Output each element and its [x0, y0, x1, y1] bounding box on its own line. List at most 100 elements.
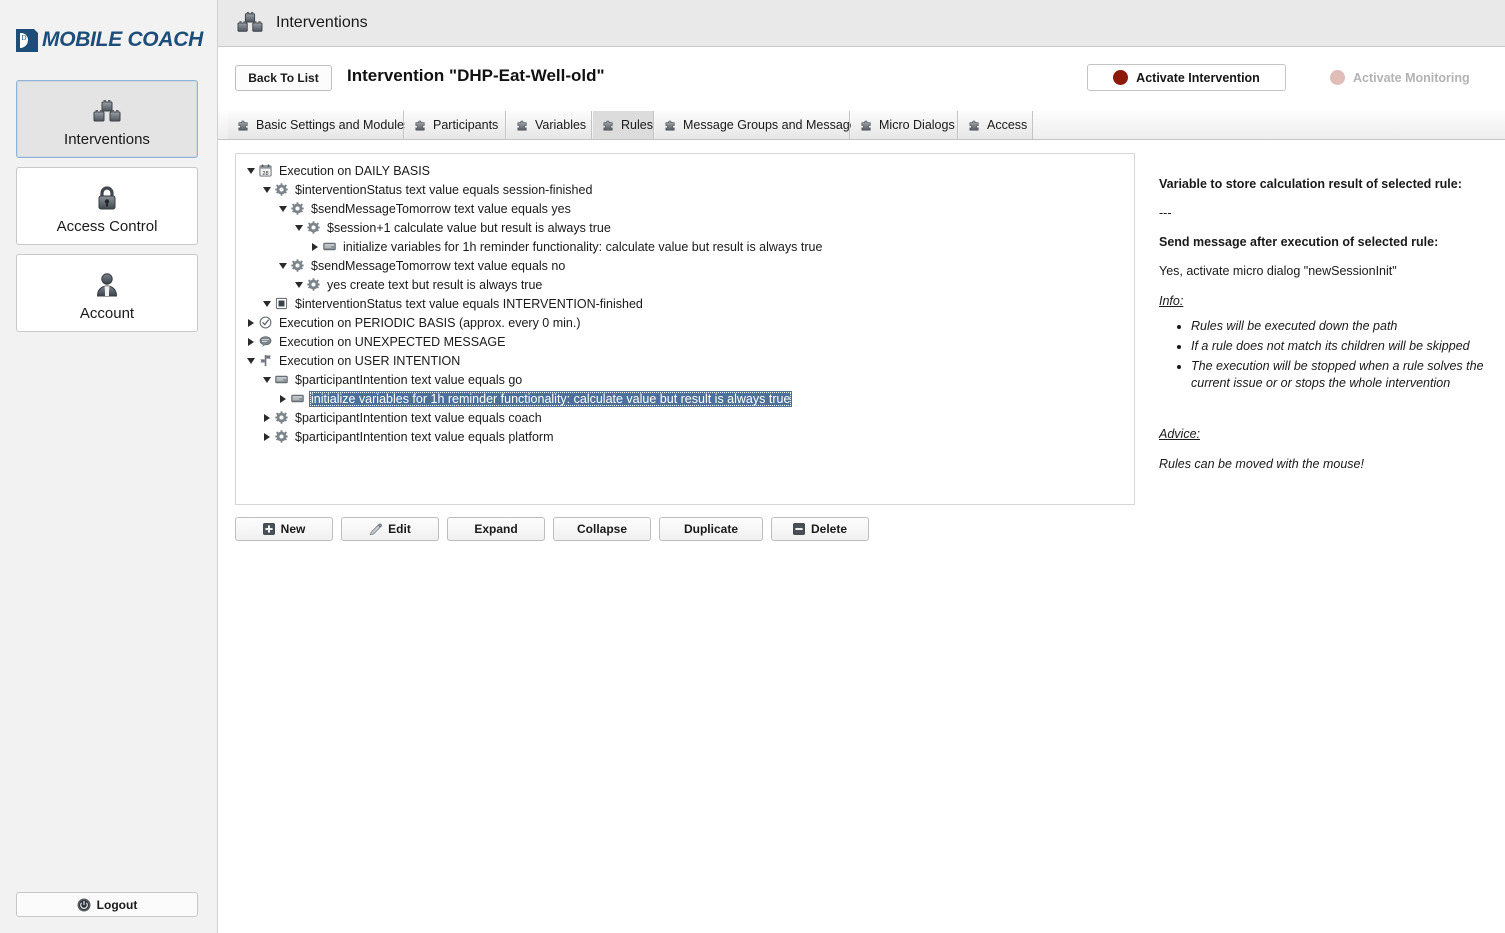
status-dot-monitoring — [1330, 70, 1345, 85]
variable-result-value: --- — [1159, 204, 1489, 222]
puzzle-icon — [414, 119, 427, 132]
pencil-icon — [369, 523, 382, 536]
gear-icon — [289, 259, 305, 272]
chevron-right-icon[interactable] — [244, 338, 257, 346]
new-button[interactable]: New — [235, 517, 333, 541]
puzzle-icon — [602, 119, 615, 132]
info-bullet: Rules will be executed down the path — [1191, 318, 1489, 335]
logout-button[interactable]: Logout — [16, 892, 198, 917]
signpost-icon — [257, 354, 273, 367]
sidebar-item-label: Account — [80, 305, 134, 322]
tree-row-label: initialize variables for 1h reminder fun… — [309, 391, 792, 407]
tab-participants[interactable]: Participants — [405, 111, 506, 139]
tree-row-label: $participantIntention text value equals … — [293, 410, 544, 426]
chevron-right-icon[interactable] — [276, 395, 289, 403]
collapse-button[interactable]: Collapse — [553, 517, 651, 541]
tree-row[interactable]: $participantIntention text value equals … — [236, 427, 1134, 446]
tab-label: Participants — [433, 118, 498, 132]
intervention-title: Intervention "DHP-Eat-Well-old" — [347, 66, 605, 86]
tab-label: Message Groups and Messages — [683, 118, 863, 132]
info-label: Info: — [1159, 292, 1489, 310]
rule-info-panel: Variable to store calculation result of … — [1159, 175, 1489, 486]
action-button-label: Delete — [811, 522, 847, 536]
tree-row[interactable]: Execution on UNEXPECTED MESSAGE — [236, 332, 1134, 351]
tree-row[interactable]: 28Execution on DAILY BASIS — [236, 161, 1134, 180]
tab-access[interactable]: Access — [959, 111, 1033, 139]
tab-label: Access — [987, 118, 1027, 132]
calendar-icon: 28 — [257, 164, 273, 177]
puzzle-icon — [968, 119, 981, 132]
blocks-icon — [92, 91, 122, 125]
tab-micro-dialogs[interactable]: Micro Dialogs — [851, 111, 958, 139]
puzzle-icon — [237, 119, 250, 132]
chevron-right-icon[interactable] — [260, 433, 273, 441]
tree-row[interactable]: $sendMessageTomorrow text value equals y… — [236, 199, 1134, 218]
tab-basic-settings-and-modules[interactable]: Basic Settings and Modules — [228, 111, 404, 139]
tree-row[interactable]: $interventionStatus text value equals se… — [236, 180, 1134, 199]
activate-intervention-button[interactable]: Activate Intervention — [1087, 64, 1286, 91]
page-title: Interventions — [276, 14, 368, 32]
chevron-down-icon[interactable] — [260, 301, 273, 307]
tab-label: Variables — [535, 118, 586, 132]
advice-label: Advice: — [1159, 425, 1489, 443]
tab-message-groups-and-messages[interactable]: Message Groups and Messages — [655, 111, 850, 139]
chevron-down-icon[interactable] — [244, 358, 257, 364]
sidebar: D MOBILE COACH Interventions — [0, 0, 218, 933]
chevron-right-icon[interactable] — [260, 414, 273, 422]
tree-row[interactable]: Execution on USER INTENTION — [236, 351, 1134, 370]
back-to-list-button[interactable]: Back To List — [235, 65, 332, 91]
chevron-down-icon[interactable] — [244, 168, 257, 174]
duplicate-button[interactable]: Duplicate — [659, 517, 763, 541]
app-logo: D MOBILE COACH — [0, 20, 217, 60]
chevron-down-icon[interactable] — [260, 187, 273, 193]
action-button-label: New — [281, 522, 306, 536]
tree-row[interactable]: Execution on PERIODIC BASIS (approx. eve… — [236, 313, 1134, 332]
power-icon — [77, 898, 91, 912]
tree-row[interactable]: initialize variables for 1h reminder fun… — [236, 237, 1134, 256]
speech-bubble-icon — [257, 335, 273, 348]
plus-box-icon — [263, 523, 275, 535]
sidebar-item-interventions[interactable]: Interventions — [16, 80, 198, 158]
action-button-label: Edit — [388, 522, 411, 536]
delete-button[interactable]: Delete — [771, 517, 869, 541]
tab-variables[interactable]: Variables — [507, 111, 592, 139]
chevron-down-icon[interactable] — [260, 377, 273, 383]
tree-row[interactable]: $sendMessageTomorrow text value equals n… — [236, 256, 1134, 275]
tree-row[interactable]: $participantIntention text value equals … — [236, 370, 1134, 389]
tree-row-label: Execution on USER INTENTION — [277, 353, 462, 369]
sidebar-item-access-control[interactable]: Access Control — [16, 167, 198, 245]
sidebar-item-account[interactable]: Account — [16, 254, 198, 332]
chevron-down-icon[interactable] — [276, 263, 289, 269]
puzzle-icon — [860, 119, 873, 132]
chevron-right-icon[interactable] — [244, 319, 257, 327]
tab-label: Rules — [621, 118, 653, 132]
edit-button[interactable]: Edit — [341, 517, 439, 541]
tree-row[interactable]: $session+1 calculate value but result is… — [236, 218, 1134, 237]
tree-row[interactable]: initialize variables for 1h reminder fun… — [236, 389, 1134, 408]
info-bullet: The execution will be stopped when a rul… — [1191, 358, 1489, 393]
tree-row[interactable]: $participantIntention text value equals … — [236, 408, 1134, 427]
minus-box-icon — [793, 523, 805, 535]
info-bullet-list: Rules will be executed down the path If a… — [1179, 318, 1489, 393]
tree-row[interactable]: $interventionStatus text value equals IN… — [236, 294, 1134, 313]
gear-icon — [273, 411, 289, 424]
tree-row-label: $session+1 calculate value but result is… — [325, 220, 613, 236]
tree-row-label: Execution on PERIODIC BASIS (approx. eve… — [277, 315, 583, 331]
chevron-right-icon[interactable] — [308, 243, 321, 251]
tree-row-label: initialize variables for 1h reminder fun… — [341, 239, 824, 255]
info-bullet: If a rule does not match its children wi… — [1191, 338, 1489, 355]
variable-result-header: Variable to store calculation result of … — [1159, 175, 1489, 193]
tree-row-label: $sendMessageTomorrow text value equals y… — [309, 201, 573, 217]
gear-icon — [305, 278, 321, 291]
expand-button[interactable]: Expand — [447, 517, 545, 541]
tree-row[interactable]: yes create text but result is always tru… — [236, 275, 1134, 294]
lock-icon — [94, 178, 120, 212]
chevron-down-icon[interactable] — [276, 206, 289, 212]
action-button-label: Collapse — [577, 522, 627, 536]
tab-rules[interactable]: Rules — [593, 111, 654, 139]
chevron-down-icon[interactable] — [292, 282, 305, 288]
app-root: D MOBILE COACH Interventions — [0, 0, 1505, 933]
rules-tree-panel[interactable]: 28Execution on DAILY BASIS$interventionS… — [235, 153, 1135, 505]
chevron-down-icon[interactable] — [292, 225, 305, 231]
action-button-label: Expand — [474, 522, 517, 536]
